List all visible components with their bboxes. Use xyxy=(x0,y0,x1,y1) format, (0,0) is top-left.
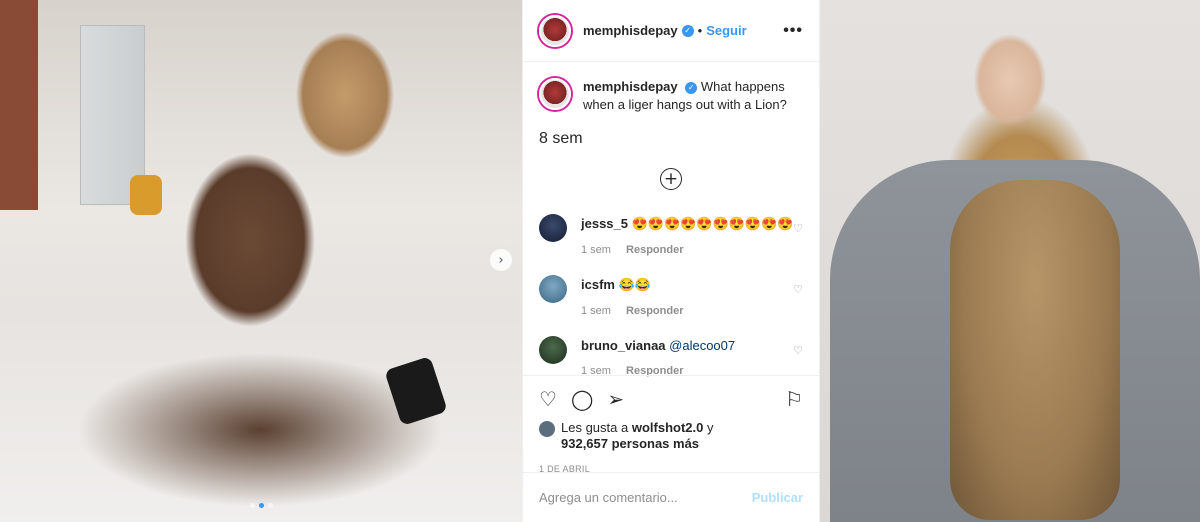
reply-button[interactable]: Responder xyxy=(626,305,683,317)
separator: • xyxy=(697,23,703,38)
post-header: memphisdepay ✓ • Seguir ••• xyxy=(523,0,819,62)
comment-item: jesss_5 😍😍😍😍😍😍😍😍😍😍 1 sem Responder ♡ xyxy=(523,206,819,267)
more-options-icon[interactable]: ••• xyxy=(783,22,803,40)
header-username[interactable]: memphisdepay xyxy=(583,23,678,38)
likes-count[interactable]: 932,657 personas más xyxy=(561,436,699,451)
comment-item: icsfm 😂😂 1 sem Responder ♡ xyxy=(523,267,819,328)
comment-username[interactable]: icsfm xyxy=(581,277,615,292)
action-bar: ♡ ◯ ➢ ⚐ Les gusta a wolfshot2.0 y 932,65… xyxy=(523,375,819,474)
comment-bubble-icon[interactable]: ◯ xyxy=(571,387,593,411)
caption-avatar[interactable] xyxy=(539,78,571,110)
avatar[interactable] xyxy=(539,14,571,47)
carousel-dot-active xyxy=(259,503,264,508)
carousel-dot xyxy=(268,503,273,508)
comment-text: 😂😂 xyxy=(618,277,651,292)
carousel-dots xyxy=(250,503,273,508)
comment-mention[interactable]: @alecoo07 xyxy=(669,338,735,353)
caption: memphisdepay ✓ What happens when a liger… xyxy=(523,62,819,114)
comment-meta: 1 sem Responder xyxy=(581,305,684,317)
comment-time[interactable]: 1 sem xyxy=(581,305,611,317)
comment-time[interactable]: 1 sem xyxy=(581,244,611,256)
comment-body: icsfm 😂😂 1 sem Responder xyxy=(581,277,684,328)
comment-username[interactable]: bruno_vianaa xyxy=(581,338,666,353)
comment-form: Publicar xyxy=(523,472,819,522)
likes-middle: y xyxy=(706,420,714,435)
comment-input[interactable] xyxy=(539,490,752,505)
plus-circle-icon[interactable]: + xyxy=(660,168,682,190)
carousel-dot xyxy=(250,503,255,508)
comment-list: jesss_5 😍😍😍😍😍😍😍😍😍😍 1 sem Responder ♡ ics… xyxy=(523,206,819,389)
background-pillar xyxy=(0,0,38,210)
save-bookmark-icon[interactable]: ⚐ xyxy=(785,387,803,411)
likes-text: Les gusta a wolfshot2.0 y 932,657 person… xyxy=(561,420,713,452)
caption-body: memphisdepay ✓ What happens when a liger… xyxy=(583,78,803,114)
comment-text: 😍😍😍😍😍😍😍😍😍😍 xyxy=(631,216,794,231)
heart-icon[interactable]: ♡ xyxy=(793,283,803,296)
load-more-comments[interactable]: + xyxy=(523,168,819,190)
like-heart-icon[interactable]: ♡ xyxy=(539,387,557,411)
comment-username[interactable]: jesss_5 xyxy=(581,216,628,231)
comment-body: jesss_5 😍😍😍😍😍😍😍😍😍😍 1 sem Responder xyxy=(581,216,794,267)
background-shoe xyxy=(130,175,162,215)
likes-summary: Les gusta a wolfshot2.0 y 932,657 person… xyxy=(539,420,803,452)
share-send-icon[interactable]: ➢ xyxy=(607,387,624,411)
carousel-next-button[interactable]: › xyxy=(490,249,512,271)
comment-avatar[interactable] xyxy=(539,214,567,242)
follow-button[interactable]: Seguir xyxy=(706,23,746,38)
caption-time: 8 sem xyxy=(539,130,583,147)
wristwatch xyxy=(384,356,448,426)
likes-user[interactable]: wolfshot2.0 xyxy=(632,420,704,435)
heart-icon[interactable]: ♡ xyxy=(793,222,803,235)
verified-icon: ✓ xyxy=(681,24,694,37)
liker-avatar[interactable] xyxy=(539,421,555,437)
comment-avatar[interactable] xyxy=(539,336,567,364)
comment-avatar[interactable] xyxy=(539,275,567,303)
photo-cub xyxy=(950,180,1120,520)
likes-prefix: Les gusta a xyxy=(561,420,629,435)
publish-button[interactable]: Publicar xyxy=(752,490,803,505)
verified-icon: ✓ xyxy=(685,81,698,94)
comment-meta: 1 sem Responder xyxy=(581,244,794,256)
action-icons: ♡ ◯ ➢ ⚐ xyxy=(539,386,803,412)
heart-icon[interactable]: ♡ xyxy=(793,344,803,357)
post-panel: memphisdepay ✓ • Seguir ••• memphisdepay… xyxy=(522,0,820,522)
side-photo xyxy=(820,0,1200,522)
reply-button[interactable]: Responder xyxy=(626,244,683,256)
caption-username[interactable]: memphisdepay xyxy=(583,79,678,94)
post-photo[interactable]: › xyxy=(0,0,522,522)
